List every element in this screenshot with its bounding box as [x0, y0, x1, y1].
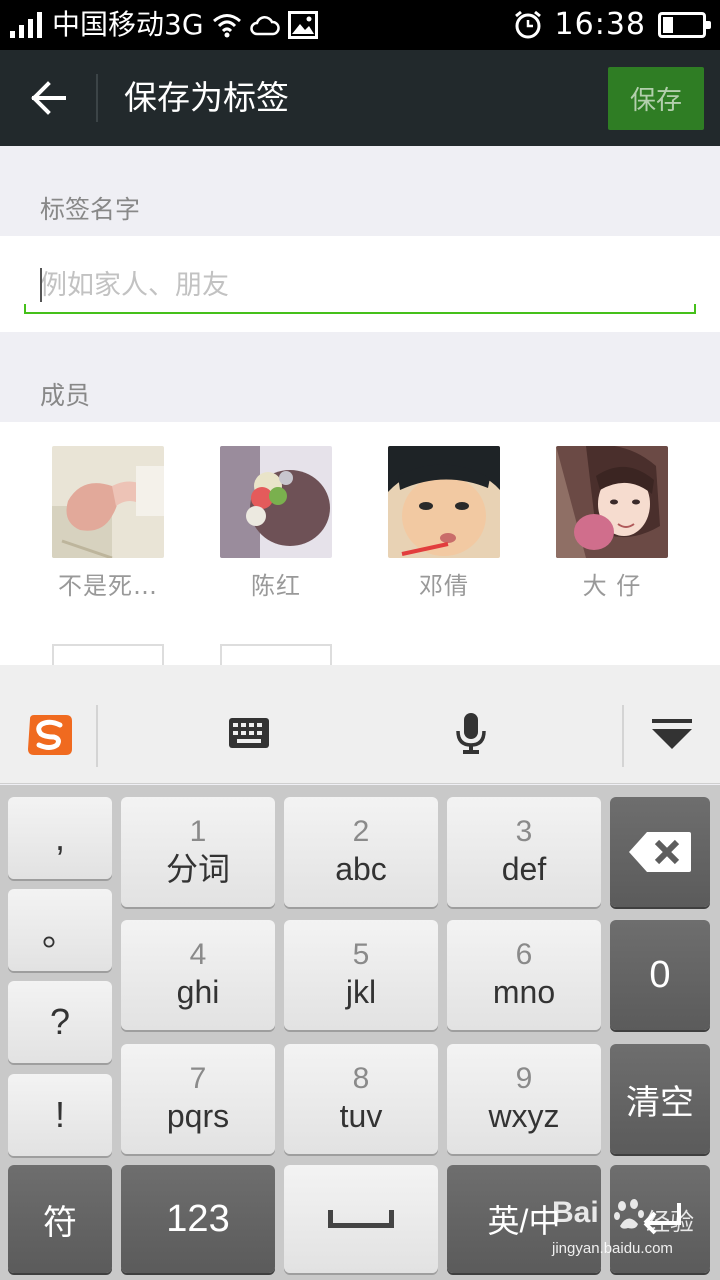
members-grid: 不是死… 陈红 邓倩 大 仔 — [0, 422, 720, 665]
add-member-slot[interactable] — [52, 644, 164, 665]
member-name: 陈红 — [251, 572, 301, 600]
remove-member-slot[interactable] — [220, 644, 332, 665]
backspace-icon — [629, 832, 691, 872]
status-bar: 中国移动3G 16:38 — [0, 0, 720, 50]
member-name: 不是死… — [58, 572, 158, 600]
battery-icon — [658, 12, 711, 38]
key-1[interactable]: 1 分词 — [121, 797, 275, 907]
key-letters: pqrs — [166, 1098, 230, 1134]
key-9[interactable]: 9 wxyz — [447, 1044, 601, 1154]
input-underline — [24, 304, 696, 314]
key-label: 清空 — [626, 1083, 694, 1122]
microphone-icon[interactable] — [454, 711, 488, 755]
avatar — [220, 446, 332, 558]
key-number: 8 — [352, 1062, 370, 1095]
carrier-label: 中国移动3G — [52, 8, 204, 41]
key-letters: tuv — [339, 1098, 383, 1134]
cloud-icon — [249, 16, 280, 36]
key-label: 符 — [43, 1203, 77, 1242]
key-7[interactable]: 7 pqrs — [121, 1044, 275, 1154]
key-2[interactable]: 2 abc — [284, 797, 438, 907]
signal-icon — [10, 12, 42, 38]
avatar — [388, 446, 500, 558]
member-item[interactable]: 邓倩 — [388, 446, 500, 601]
header-divider — [96, 74, 98, 122]
key-letters: ghi — [176, 974, 220, 1010]
toolbar-divider — [96, 705, 98, 767]
symbols-key[interactable]: 符 — [8, 1165, 112, 1273]
wifi-icon — [212, 14, 241, 38]
period-key[interactable]: 。 — [8, 889, 112, 971]
member-item[interactable]: 陈红 — [220, 446, 332, 601]
sogou-logo-icon[interactable] — [26, 713, 74, 757]
key-label: ? — [49, 1001, 71, 1042]
key-label: 123 — [166, 1197, 230, 1240]
key-label: 英/中 — [487, 1203, 561, 1239]
key-number: 2 — [352, 815, 370, 848]
question-key[interactable]: ? — [8, 981, 112, 1063]
comma-key[interactable]: , — [8, 797, 112, 879]
member-name: 邓倩 — [419, 572, 469, 600]
tag-name-input[interactable] — [40, 260, 680, 310]
key-number: 5 — [352, 938, 370, 971]
key-number: 7 — [189, 1062, 207, 1095]
clock: 16:38 — [554, 7, 646, 42]
key-6[interactable]: 6 mno — [447, 920, 601, 1030]
page-title: 保存为标签 — [124, 78, 289, 117]
tag-name-label: 标签名字 — [40, 195, 141, 224]
save-button[interactable]: 保存 — [608, 67, 704, 130]
key-5[interactable]: 5 jkl — [284, 920, 438, 1030]
key-8[interactable]: 8 tuv — [284, 1044, 438, 1154]
key-number: 4 — [189, 938, 207, 971]
key-letters: jkl — [345, 974, 377, 1010]
hide-keyboard-icon[interactable] — [650, 717, 694, 749]
key-letters: abc — [335, 851, 387, 887]
key-letters: wxyz — [488, 1098, 560, 1134]
keyboard-icon[interactable] — [228, 717, 270, 749]
key-label: 0 — [649, 953, 671, 996]
member-item[interactable]: 大 仔 — [556, 446, 668, 601]
toolbar-divider — [622, 705, 624, 767]
title-bar: 保存为标签 保存 — [0, 50, 720, 146]
text-cursor — [40, 268, 42, 302]
tag-name-box — [0, 236, 720, 332]
member-item[interactable]: 不是死… — [52, 446, 164, 601]
member-name: 大 仔 — [582, 572, 642, 600]
enter-icon — [643, 1203, 681, 1235]
key-number: 3 — [515, 815, 533, 848]
ime-toolbar — [0, 665, 720, 784]
clear-key[interactable]: 清空 — [610, 1044, 710, 1154]
key-number: 1 — [189, 815, 207, 848]
key-4[interactable]: 4 ghi — [121, 920, 275, 1030]
key-label: , — [54, 817, 65, 858]
key-label: ! — [54, 1094, 65, 1135]
key-letters: mno — [492, 974, 556, 1010]
space-key[interactable] — [284, 1165, 438, 1273]
key-letters: 分词 — [165, 851, 230, 887]
t9-keyboard: , 。 ? ! 1 分词 2 abc 3 def 4 ghi 5 jkl 6 mno 0 7… — [0, 785, 720, 1280]
backspace-key[interactable] — [610, 797, 710, 907]
image-icon — [287, 11, 318, 39]
avatar — [556, 446, 668, 558]
key-number: 9 — [515, 1062, 533, 1095]
key-label: 。 — [41, 912, 78, 953]
alarm-icon — [514, 10, 541, 39]
language-switch-key[interactable]: 英/中 — [447, 1165, 601, 1273]
back-arrow-icon[interactable] — [22, 74, 74, 122]
zero-key[interactable]: 0 — [610, 920, 710, 1030]
key-3[interactable]: 3 def — [447, 797, 601, 907]
key-number: 6 — [515, 938, 533, 971]
exclamation-key[interactable]: ! — [8, 1074, 112, 1156]
space-icon — [328, 1210, 394, 1228]
members-label: 成员 — [40, 381, 91, 410]
avatar — [52, 446, 164, 558]
numbers-key[interactable]: 123 — [121, 1165, 275, 1273]
key-letters: def — [501, 851, 547, 887]
enter-key[interactable] — [610, 1165, 710, 1273]
